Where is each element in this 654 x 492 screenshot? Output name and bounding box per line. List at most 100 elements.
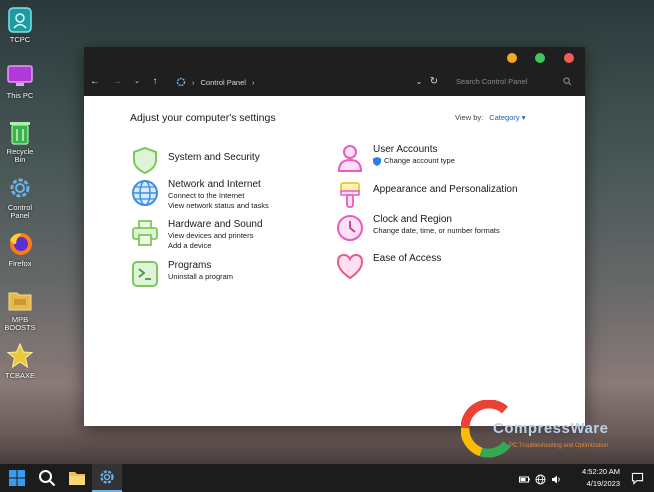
category-network-and-internet[interactable]: Network and Internet Connect to the Inte… — [130, 178, 269, 211]
category-title[interactable]: User Accounts — [373, 143, 455, 156]
notifications-button[interactable] — [622, 464, 652, 492]
category-title[interactable]: Network and Internet — [168, 178, 269, 191]
taskbar-clock[interactable]: 4:52:20 AM 4/19/2023 — [582, 466, 620, 490]
desktop-icon-tcbaxe[interactable]: TCBAXE — [2, 342, 38, 380]
notification-icon — [631, 472, 643, 485]
system-tray — [519, 472, 562, 485]
volume-icon[interactable] — [551, 472, 562, 484]
category-title[interactable]: Clock and Region — [373, 213, 500, 226]
search-icon — [39, 470, 56, 487]
desktop-icon-label: TCPC — [9, 35, 31, 44]
user-folder-icon — [8, 7, 32, 33]
category-title[interactable]: Hardware and Sound — [168, 218, 263, 231]
category-link-text: Change account type — [384, 156, 455, 165]
title-bar[interactable] — [84, 47, 585, 68]
view-by: View by: Category ▾ — [455, 113, 526, 122]
breadcrumb-item[interactable]: Control Panel — [201, 78, 246, 87]
monitor-icon — [7, 65, 33, 86]
clock-date: 4/19/2023 — [586, 479, 620, 488]
taskbar-control-panel[interactable] — [92, 464, 122, 492]
dropdown-caret-icon: ▾ — [521, 113, 526, 122]
control-panel-window: ← → ⌄ ↑ › Control Panel › ⌄ ↻ Search Con… — [84, 47, 585, 426]
user-icon — [337, 145, 363, 172]
category-ease-of-access[interactable]: Ease of Access — [335, 251, 441, 281]
heart-icon — [336, 253, 364, 280]
view-by-value: Category — [489, 113, 520, 122]
printer-icon — [132, 220, 158, 246]
category-link[interactable]: Uninstall a program — [168, 272, 233, 282]
control-panel-content: Adjust your computer's settings View by:… — [84, 96, 585, 426]
paintbrush-icon — [340, 182, 360, 208]
desktop-icon-label: TCBAXE — [4, 371, 35, 380]
watermark-brand: CompressWare — [493, 420, 609, 437]
up-arrow-icon[interactable]: ↑ — [148, 74, 162, 88]
category-title[interactable]: Ease of Access — [373, 252, 441, 265]
category-title[interactable]: Programs — [168, 259, 233, 272]
minimize-button[interactable] — [507, 53, 517, 63]
desktop-icon-tcpc[interactable]: TCPC — [2, 6, 38, 44]
view-by-dropdown[interactable]: Category ▾ — [489, 113, 525, 122]
taskbar-search-button[interactable] — [32, 464, 62, 492]
battery-icon[interactable] — [519, 472, 530, 483]
globe-icon — [132, 180, 158, 206]
desktop-icon-recycle-bin[interactable]: Recycle Bin — [2, 118, 38, 164]
category-user-accounts[interactable]: User Accounts Change account type — [335, 143, 455, 173]
desktop-icon-firefox[interactable]: Firefox — [2, 230, 38, 268]
recycle-bin-icon — [10, 122, 30, 145]
gear-icon — [10, 178, 30, 198]
search-input[interactable]: Search Control Panel — [454, 73, 578, 91]
category-link[interactable]: Change date, time, or number formats — [373, 226, 500, 236]
gear-icon — [100, 470, 114, 484]
category-title[interactable]: System and Security — [168, 151, 260, 164]
desktop-icon-label: Control Panel — [7, 203, 33, 220]
taskbar: 4:52:20 AM 4/19/2023 — [0, 464, 654, 492]
category-title[interactable]: Appearance and Personalization — [373, 183, 518, 196]
recent-locations-chevron-icon[interactable]: ⌄ — [130, 74, 144, 88]
desktop-icon-label: MPB BOOSTS — [4, 315, 36, 332]
address-bar: ← → ⌄ ↑ › Control Panel › ⌄ ↻ Search Con… — [84, 68, 585, 96]
address-dropdown-chevron-icon[interactable]: ⌄ — [412, 74, 426, 88]
page-title: Adjust your computer's settings — [130, 112, 276, 124]
uac-shield-icon — [373, 156, 381, 166]
network-globe-icon[interactable] — [535, 472, 546, 485]
desktop-icon-label: Firefox — [8, 259, 32, 268]
firefox-icon — [10, 233, 32, 255]
desktop-icon-mpb-boosts[interactable]: MPB BOOSTS — [2, 286, 38, 332]
taskbar-file-explorer[interactable] — [62, 464, 92, 492]
desktop-icon-label: Recycle Bin — [6, 147, 34, 164]
category-link[interactable]: Add a device — [168, 241, 263, 251]
clock-time: 4:52:20 AM — [582, 467, 620, 476]
breadcrumb-separator-icon: › — [192, 77, 195, 87]
category-system-and-security[interactable]: System and Security — [130, 145, 260, 175]
terminal-icon — [132, 261, 158, 287]
category-link-change-account-type[interactable]: Change account type — [373, 156, 455, 166]
maximize-button[interactable] — [535, 53, 545, 63]
refresh-icon[interactable]: ↻ — [427, 74, 441, 88]
category-appearance-and-personalization[interactable]: Appearance and Personalization — [335, 180, 518, 210]
desktop-icon-label: This PC — [6, 91, 34, 100]
forward-arrow-icon[interactable]: → — [110, 74, 124, 88]
windows-logo-icon — [9, 470, 25, 486]
close-button[interactable] — [564, 53, 574, 63]
category-link[interactable]: View network status and tasks — [168, 201, 269, 211]
category-clock-and-region[interactable]: Clock and Region Change date, time, or n… — [335, 213, 500, 243]
folder-icon — [8, 292, 32, 311]
watermark-logo: CompressWare PC Troubleshooting and Opti… — [460, 399, 651, 462]
category-programs[interactable]: Programs Uninstall a program — [130, 259, 233, 289]
desktop-icon-this-pc[interactable]: This PC — [2, 62, 38, 100]
category-link[interactable]: View devices and printers — [168, 231, 263, 241]
start-button[interactable] — [2, 464, 32, 492]
view-by-label: View by: — [455, 113, 484, 122]
desktop-icon-control-panel[interactable]: Control Panel — [2, 174, 38, 220]
star-icon — [6, 342, 34, 369]
search-icon — [563, 77, 572, 86]
search-placeholder: Search Control Panel — [456, 77, 528, 86]
watermark-tagline: PC Troubleshooting and Optimization — [509, 443, 609, 449]
breadcrumb-separator-icon[interactable]: › — [252, 78, 255, 87]
category-hardware-and-sound[interactable]: Hardware and Sound View devices and prin… — [130, 218, 263, 251]
control-panel-icon — [176, 77, 186, 87]
category-link[interactable]: Connect to the Internet — [168, 191, 269, 201]
folder-icon — [69, 472, 85, 485]
back-arrow-icon[interactable]: ← — [88, 74, 102, 88]
breadcrumb[interactable]: › Control Panel › — [176, 77, 254, 87]
